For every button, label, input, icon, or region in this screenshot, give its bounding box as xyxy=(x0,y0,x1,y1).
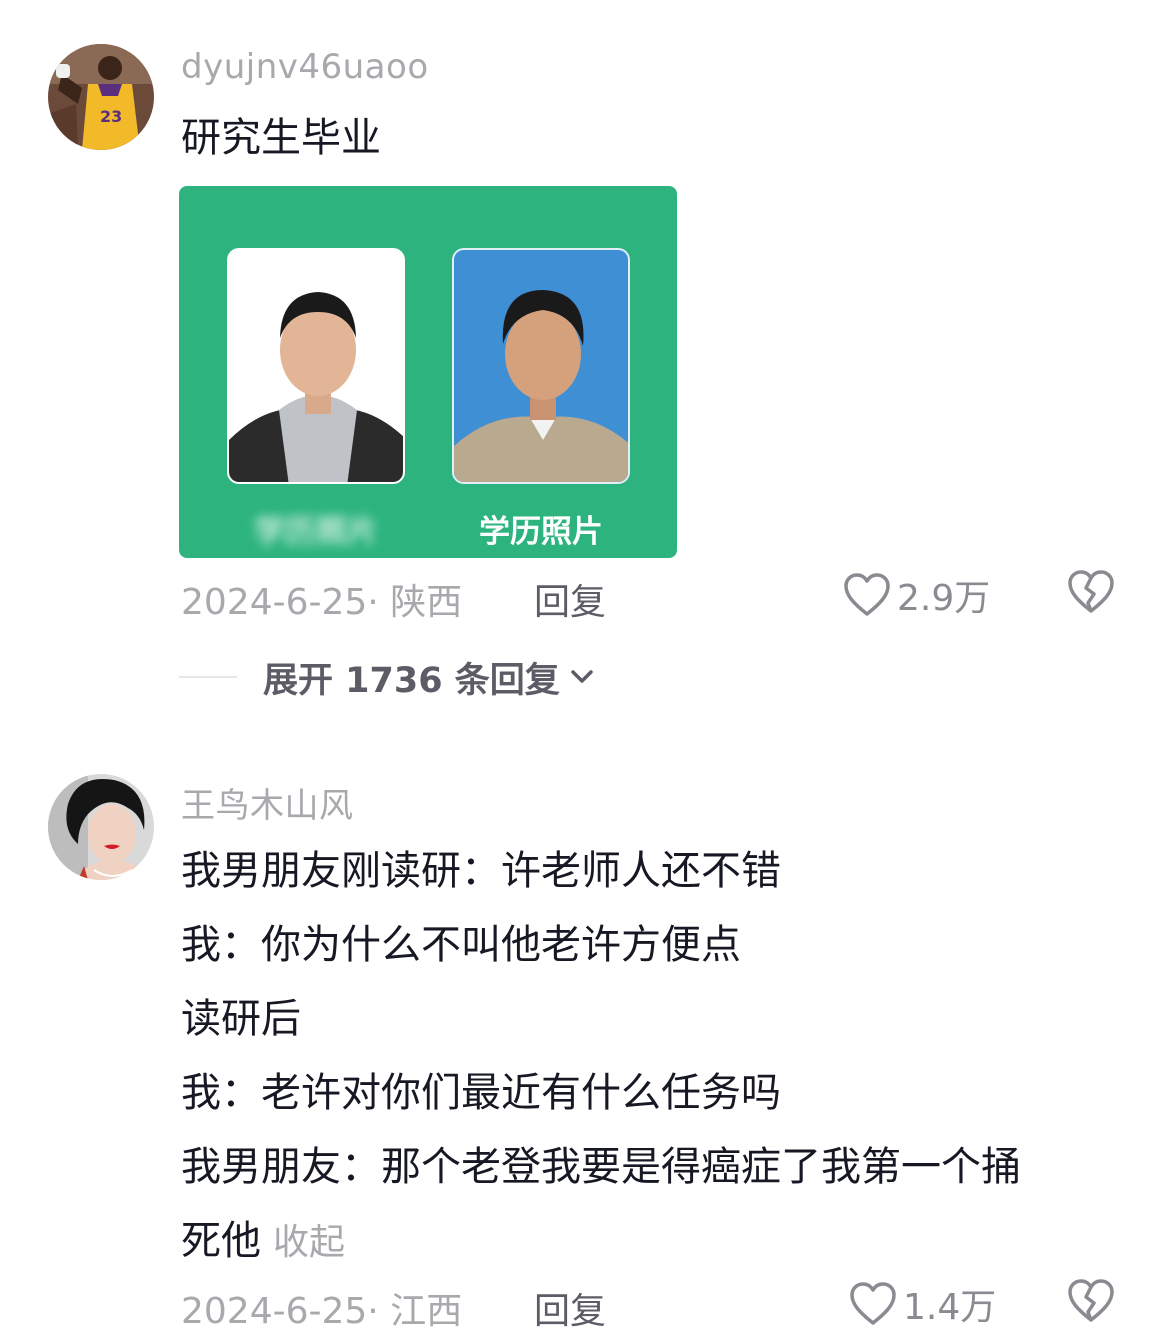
comment-line-last: 死他 收起 xyxy=(181,1204,1021,1280)
portrait-photo-right xyxy=(452,248,630,484)
avatar-basketball-player-image: 23 xyxy=(48,44,154,150)
collapse-button[interactable]: 收起 xyxy=(273,1222,345,1263)
like-count: 1.4万 xyxy=(903,1287,997,1328)
comment-line: 我：老许对你们最近有什么任务吗 xyxy=(181,1070,781,1116)
portrait-photo-left xyxy=(227,248,405,484)
avatar-woman-portrait-image xyxy=(48,774,154,880)
heart-outline-icon xyxy=(850,1282,896,1325)
expand-replies-button[interactable]: 展开 1736 条回复 xyxy=(179,654,596,701)
broken-heart-icon xyxy=(1068,1279,1114,1322)
comment-line: 我男朋友刚读研：许老师人还不错 xyxy=(181,848,781,894)
username[interactable]: 王鸟木山风 xyxy=(181,778,354,827)
comment-text: 我男朋友刚读研：许老师人还不错 我：你为什么不叫他老许方便点 读研后 我：老许对… xyxy=(181,834,1021,1280)
dislike-button[interactable] xyxy=(1067,569,1115,624)
comment-line: 死他 xyxy=(181,1218,261,1264)
username[interactable]: dyujnv46uaoo xyxy=(181,47,429,87)
comment-meta: 2024-6-25· 陕西 回复 2.9万 xyxy=(181,570,1168,625)
photo-caption-left: 学历照片 xyxy=(254,514,378,550)
date-location: 2024-6-25· 江西 xyxy=(181,1291,463,1332)
comment-2: 王鸟木山风 我男朋友刚读研：许老师人还不错 我：你为什么不叫他老许方便点 读研后… xyxy=(0,760,1168,1340)
comment-meta: 2024-6-25· 江西 回复 1.4万 xyxy=(181,1279,1168,1334)
like-button[interactable]: 1.4万 xyxy=(849,1278,996,1330)
expand-replies-label: 展开 1736 条回复 xyxy=(263,660,560,701)
svg-text:23: 23 xyxy=(100,107,122,126)
dislike-button[interactable] xyxy=(1067,1278,1115,1333)
comment-text: 研究生毕业 xyxy=(181,115,381,161)
like-count: 2.9万 xyxy=(897,578,991,619)
photo-caption-right: 学历照片 xyxy=(479,514,603,550)
comment-line: 读研后 xyxy=(181,996,301,1042)
comment-line: 我：你为什么不叫他老许方便点 xyxy=(181,922,741,968)
chevron-down-icon xyxy=(571,670,593,683)
reply-button[interactable]: 回复 xyxy=(534,573,606,625)
divider-line xyxy=(179,676,237,678)
heart-outline-icon xyxy=(844,573,890,616)
like-button[interactable]: 2.9万 xyxy=(843,569,990,621)
broken-heart-icon xyxy=(1068,570,1114,613)
reply-button[interactable]: 回复 xyxy=(534,1282,606,1334)
avatar[interactable]: 23 xyxy=(48,44,154,150)
date-location: 2024-6-25· 陕西 xyxy=(181,582,463,623)
comment-line: 我男朋友：那个老登我要是得癌症了我第一个捅 xyxy=(181,1144,1021,1190)
comment-1: 23 dyujnv46uaoo 研究生毕业 学历照片 学历照片 2024-6-2… xyxy=(0,0,1168,720)
comment-image[interactable]: 学历照片 学历照片 xyxy=(179,186,677,558)
avatar[interactable] xyxy=(48,774,154,880)
